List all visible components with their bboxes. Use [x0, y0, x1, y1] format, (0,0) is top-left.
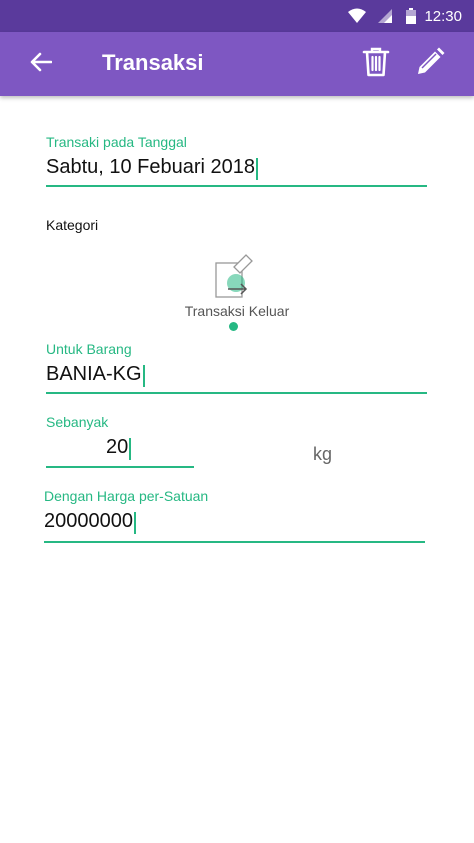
- edit-button[interactable]: [412, 46, 448, 82]
- item-field-value: BANIA-KG: [46, 363, 142, 385]
- text-cursor: [133, 511, 136, 534]
- date-field[interactable]: Transaki pada Tanggal Sabtu, 10 Febuari …: [46, 134, 427, 190]
- app-bar: Transaksi: [0, 32, 474, 96]
- date-field-value: Sabtu, 10 Febuari 2018: [46, 156, 256, 178]
- category-selector[interactable]: [170, 250, 304, 335]
- status-clock: 12:30: [424, 8, 462, 25]
- signal-icon: [376, 8, 392, 29]
- text-cursor: [256, 157, 259, 180]
- status-bar: 12:30: [0, 0, 474, 32]
- price-field-label: Dengan Harga per-Satuan: [44, 488, 209, 504]
- battery-icon: [406, 8, 416, 29]
- page-title: Transaksi: [102, 50, 204, 75]
- category-selected-label: Transaksi Keluar: [184, 303, 290, 319]
- date-field-label: Transaki pada Tanggal: [46, 134, 187, 150]
- item-field-underline: [46, 392, 427, 394]
- price-field-value: 20000000: [44, 510, 133, 532]
- back-button[interactable]: [23, 46, 59, 82]
- back-arrow-icon: [30, 52, 53, 77]
- delete-button[interactable]: [358, 46, 394, 82]
- quantity-field-value: 20: [106, 436, 129, 458]
- category-page-indicator: [229, 322, 238, 331]
- text-cursor: [142, 364, 145, 387]
- transaction-out-icon: [212, 253, 258, 306]
- item-field-label: Untuk Barang: [46, 341, 132, 357]
- quantity-unit: kg: [313, 444, 333, 464]
- category-label: Kategori: [46, 217, 99, 233]
- price-field-underline: [44, 541, 425, 543]
- quantity-field[interactable]: Sebanyak 20: [46, 414, 194, 470]
- quantity-field-underline: [46, 466, 194, 468]
- pencil-icon: [415, 47, 445, 82]
- date-field-underline: [46, 185, 427, 187]
- wifi-icon: [348, 8, 366, 29]
- trash-icon: [362, 46, 390, 83]
- price-field[interactable]: Dengan Harga per-Satuan 20000000: [44, 488, 425, 544]
- text-cursor: [129, 437, 132, 460]
- item-field[interactable]: Untuk Barang BANIA-KG: [46, 341, 427, 397]
- quantity-field-label: Sebanyak: [46, 414, 109, 430]
